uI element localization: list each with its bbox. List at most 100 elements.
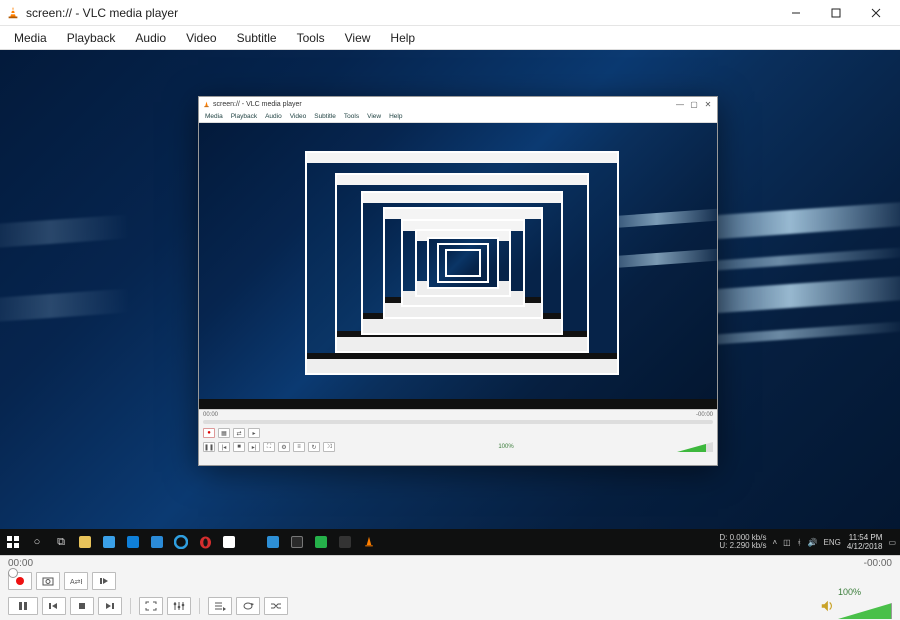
minimize-button[interactable] <box>776 0 816 26</box>
menu-playback[interactable]: Playback <box>59 29 124 47</box>
tray-notifications-icon: ▭ <box>888 538 896 547</box>
tray-language: ENG <box>824 538 841 547</box>
inner-shuffle-button: ⤨ <box>323 442 335 452</box>
inner-vlc-window: screen:// - VLC media player — ▢ ✕ Media… <box>198 96 718 466</box>
playlist-button[interactable] <box>208 597 232 615</box>
inner-window-title: screen:// - VLC media player <box>213 101 302 108</box>
inner-menu-item: Tools <box>342 113 361 120</box>
window-title: screen:// - VLC media player <box>26 6 178 20</box>
opera-icon <box>196 533 214 551</box>
volume-slider[interactable] <box>838 603 892 619</box>
inner-next-button: ▸| <box>248 442 260 452</box>
inner-window-titlebar: screen:// - VLC media player — ▢ ✕ <box>199 97 717 111</box>
inner-video-area <box>199 123 717 409</box>
vlc-cone-icon <box>203 101 210 108</box>
edge-icon <box>172 533 190 551</box>
menu-video[interactable]: Video <box>178 29 224 47</box>
window-titlebar: screen:// - VLC media player <box>0 0 900 26</box>
menu-audio[interactable]: Audio <box>127 29 174 47</box>
tray-chevron-icon: ˄ <box>772 538 777 547</box>
maximize-button[interactable] <box>816 0 856 26</box>
record-icon <box>15 576 25 586</box>
inner-menu-item: Help <box>387 113 404 120</box>
inner-minimize-button: — <box>673 100 687 109</box>
inner-volume-slider <box>677 442 713 452</box>
inner-settings-button: ⚙ <box>278 442 290 452</box>
inner-seek-bar <box>203 420 713 424</box>
inner-fullscreen-button: ⛶ <box>263 442 275 452</box>
menu-help[interactable]: Help <box>382 29 423 47</box>
playlist-icon <box>214 601 226 611</box>
stop-icon <box>77 601 87 611</box>
taskbar-app-icon <box>264 533 282 551</box>
speaker-icon[interactable] <box>820 599 834 613</box>
inner-menu-item: Playback <box>229 113 259 120</box>
task-view-icon: ⧉ <box>52 533 70 551</box>
volume-control: 100% <box>820 593 892 619</box>
frame-step-icon <box>99 576 109 586</box>
inner-snapshot-button: ▦ <box>218 428 230 438</box>
inner-stop-button: ■ <box>233 442 245 452</box>
close-button[interactable] <box>856 0 896 26</box>
seek-knob[interactable] <box>8 568 18 578</box>
shuffle-button[interactable] <box>264 597 288 615</box>
start-button-icon <box>4 533 22 551</box>
previous-icon <box>48 601 60 611</box>
menu-media[interactable]: Media <box>6 29 55 47</box>
inner-pause-button: ❚❚ <box>203 442 215 452</box>
loop-ab-button[interactable]: A⇄B <box>64 572 88 590</box>
inner-maximize-button: ▢ <box>687 100 701 109</box>
inner-menubar: Media Playback Audio Video Subtitle Tool… <box>199 111 717 123</box>
controls-panel: 00:00 -00:00 A⇄B 100% <box>0 555 900 620</box>
tray-net-up: U: 2.290 kb/s <box>719 542 766 550</box>
inner-taskbar <box>199 399 717 409</box>
fullscreen-icon <box>145 601 157 611</box>
inner-menu-item: View <box>365 113 383 120</box>
shuffle-icon <box>270 601 282 611</box>
volume-label: 100% <box>838 587 892 597</box>
fullscreen-button[interactable] <box>139 597 163 615</box>
taskbar-app-icon <box>148 533 166 551</box>
previous-button[interactable] <box>42 597 66 615</box>
extended-settings-button[interactable] <box>167 597 191 615</box>
menu-tools[interactable]: Tools <box>289 29 333 47</box>
inner-menu-item: Subtitle <box>312 113 338 120</box>
video-area: screen:// - VLC media player — ▢ ✕ Media… <box>0 50 900 555</box>
taskbar-vlc-icon <box>360 533 378 551</box>
inner-menu-item: Media <box>203 113 225 120</box>
system-tray: D: 0.000 kb/s U: 2.290 kb/s ˄ ◫ ᚼ 🔊 ENG … <box>719 533 896 551</box>
tray-volume-icon: 🔊 <box>808 538 818 547</box>
stop-button[interactable] <box>70 597 94 615</box>
inner-playlist-button: ≡ <box>293 442 305 452</box>
tray-bluetooth-icon: ᚼ <box>797 538 802 547</box>
recursive-frame <box>447 251 479 275</box>
vlc-cone-icon <box>6 6 20 20</box>
window-controls <box>776 0 896 26</box>
taskbar-app-icon <box>336 533 354 551</box>
svg-text:A⇄B: A⇄B <box>70 579 82 586</box>
frame-step-button[interactable] <box>92 572 116 590</box>
tray-date: 4/12/2018 <box>847 542 883 551</box>
snapshot-button[interactable] <box>36 572 60 590</box>
inner-record-button: ● <box>203 428 215 438</box>
menu-view[interactable]: View <box>337 29 379 47</box>
pause-button[interactable] <box>8 597 38 615</box>
taskbar-app-icon <box>76 533 94 551</box>
next-button[interactable] <box>98 597 122 615</box>
cortana-icon: ○ <box>28 533 46 551</box>
inner-menu-item: Video <box>288 113 309 120</box>
inner-controls: 00:00 -00:00 ● ▦ ⇄ ▸ ❚❚ |◂ ■ ▸| ⛶ ⚙ ≡ ↻ … <box>199 409 717 465</box>
camera-icon <box>42 576 54 586</box>
tray-network-icon: ◫ <box>783 538 791 547</box>
inner-time-elapsed: 00:00 <box>203 412 218 418</box>
tray-time: 11:54 PM <box>847 533 883 542</box>
maximize-icon <box>831 8 841 18</box>
menu-subtitle[interactable]: Subtitle <box>229 29 285 47</box>
inner-menu-item: Audio <box>263 113 284 120</box>
next-icon <box>104 601 116 611</box>
inner-frame-step-button: ▸ <box>248 428 260 438</box>
loop-button[interactable] <box>236 597 260 615</box>
equalizer-icon <box>173 601 185 611</box>
taskbar-app-icon <box>288 533 306 551</box>
menubar: Media Playback Audio Video Subtitle Tool… <box>0 26 900 50</box>
